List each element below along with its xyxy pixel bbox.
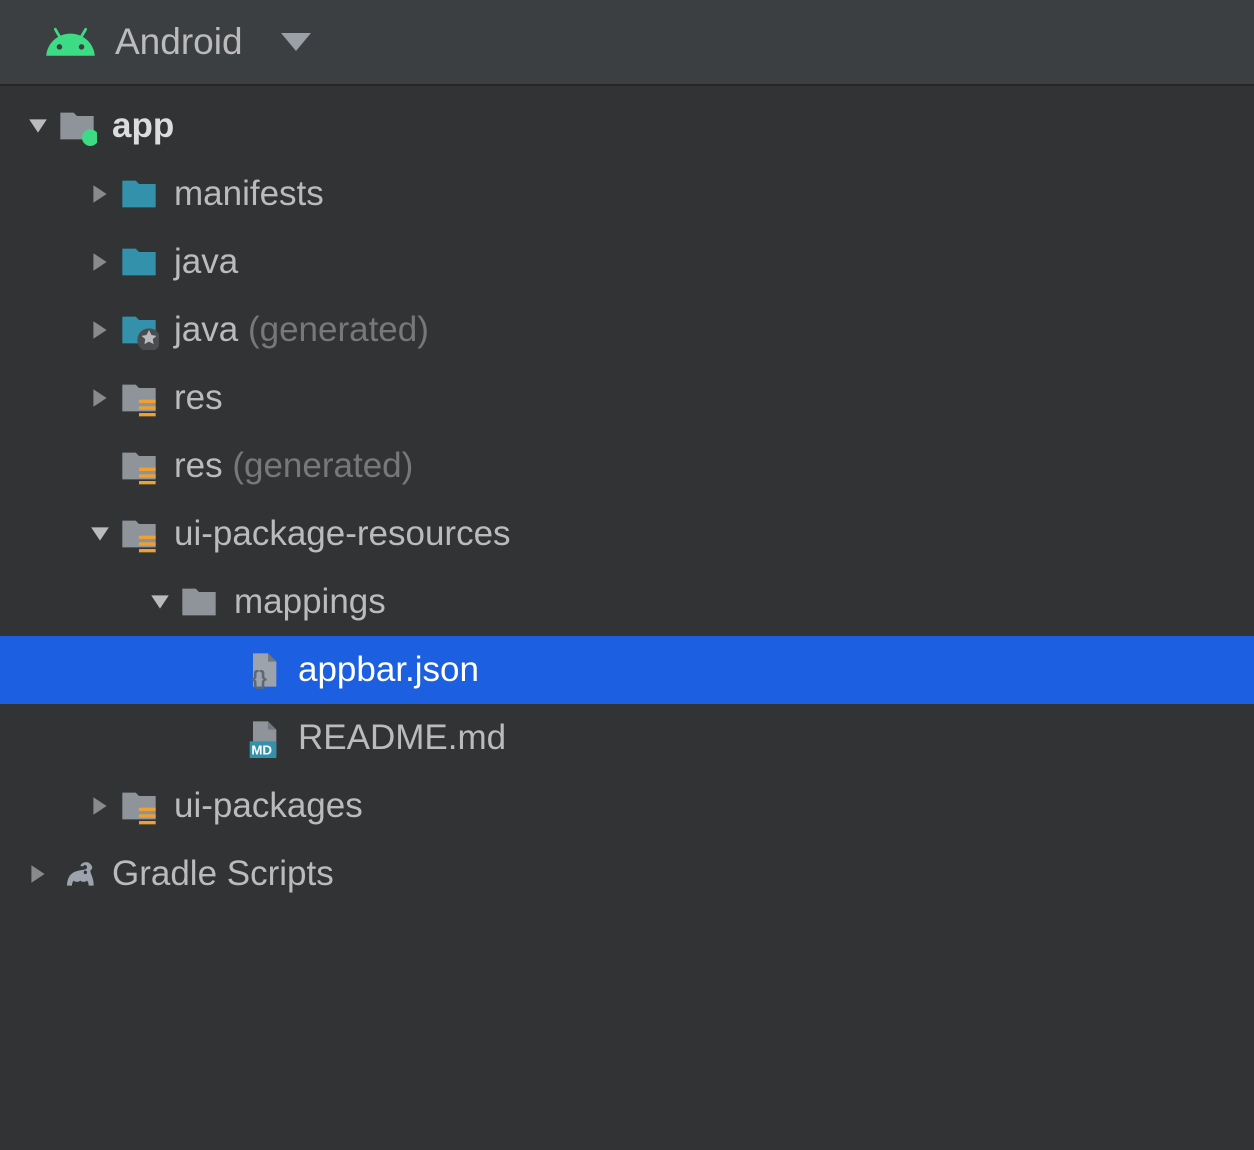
resource-folder-icon — [116, 786, 162, 826]
chevron-down-icon — [144, 591, 176, 613]
view-selector-label: Android — [115, 21, 243, 63]
tree-item-java-generated[interactable]: java (generated) — [0, 296, 1254, 364]
folder-icon — [116, 242, 162, 282]
tree-item-label: java — [174, 242, 238, 282]
tree-item-label: ui-packages — [174, 786, 363, 826]
resource-folder-icon — [116, 514, 162, 554]
svg-text:MD: MD — [251, 743, 272, 758]
chevron-right-icon — [84, 795, 116, 817]
tree-item-label: res — [174, 378, 223, 418]
chevron-right-icon — [84, 387, 116, 409]
tree-item-label: mappings — [234, 582, 386, 622]
project-tree: app manifests java java (generated) — [0, 86, 1254, 908]
chevron-right-icon — [84, 319, 116, 341]
markdown-file-icon: MD — [240, 718, 286, 758]
tree-item-res-generated[interactable]: res (generated) — [0, 432, 1254, 500]
chevron-right-icon — [84, 183, 116, 205]
tree-item-ui-packages[interactable]: ui-packages — [0, 772, 1254, 840]
svg-text:{}: {} — [251, 668, 267, 690]
tree-item-label: manifests — [174, 174, 324, 214]
folder-icon — [176, 582, 222, 622]
tree-item-label: README.md — [298, 718, 506, 758]
tree-item-suffix: (generated) — [238, 310, 429, 350]
chevron-right-icon — [22, 863, 54, 885]
json-file-icon: {} — [240, 650, 286, 690]
tree-item-label: Gradle Scripts — [112, 854, 334, 894]
tree-item-app[interactable]: app — [0, 92, 1254, 160]
tree-item-res[interactable]: res — [0, 364, 1254, 432]
gradle-icon — [54, 854, 100, 894]
tree-item-suffix: (generated) — [223, 446, 414, 486]
chevron-right-icon — [84, 251, 116, 273]
folder-icon — [116, 174, 162, 214]
tree-item-label: java — [174, 310, 238, 350]
tree-item-label: app — [112, 106, 174, 146]
module-folder-icon — [54, 106, 100, 146]
tree-item-java[interactable]: java — [0, 228, 1254, 296]
tree-item-label: res — [174, 446, 223, 486]
generated-folder-icon — [116, 310, 162, 350]
android-icon — [44, 16, 97, 69]
tree-item-label: ui-package-resources — [174, 514, 511, 554]
resource-folder-icon — [116, 446, 162, 486]
project-view-header[interactable]: Android — [0, 0, 1254, 86]
tree-item-manifests[interactable]: manifests — [0, 160, 1254, 228]
chevron-down-icon — [84, 523, 116, 545]
chevron-down-icon — [261, 27, 311, 57]
tree-item-mappings[interactable]: mappings — [0, 568, 1254, 636]
tree-item-appbar-json[interactable]: {} appbar.json — [0, 636, 1254, 704]
tree-item-gradle-scripts[interactable]: Gradle Scripts — [0, 840, 1254, 908]
chevron-down-icon — [22, 115, 54, 137]
tree-item-readme-md[interactable]: MD README.md — [0, 704, 1254, 772]
tree-item-label: appbar.json — [298, 650, 479, 690]
tree-item-ui-package-resources[interactable]: ui-package-resources — [0, 500, 1254, 568]
resource-folder-icon — [116, 378, 162, 418]
